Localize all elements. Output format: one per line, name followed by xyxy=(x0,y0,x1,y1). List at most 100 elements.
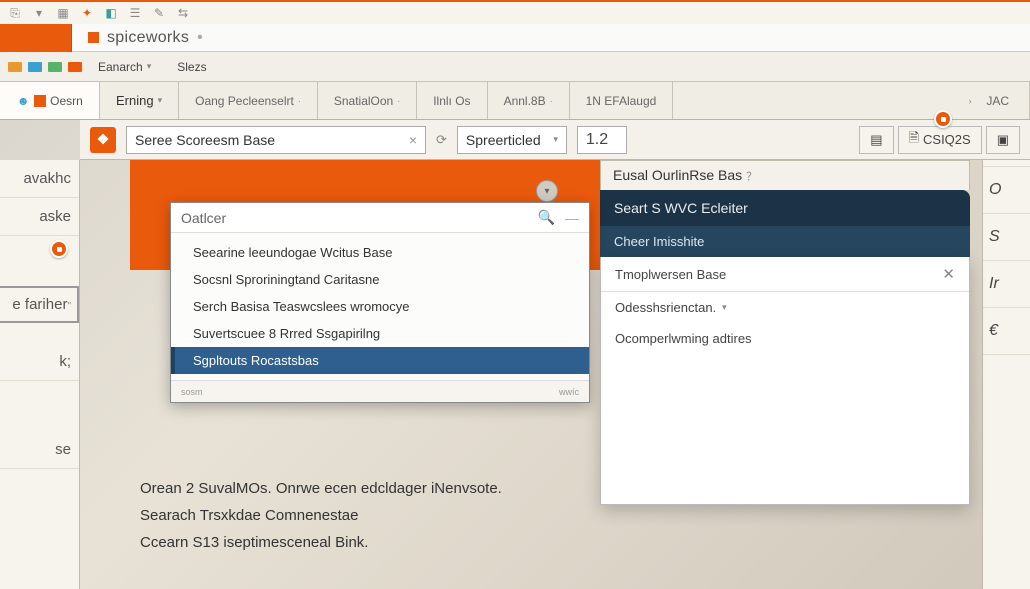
layers-icon: ▤ xyxy=(870,132,882,148)
caret-icon[interactable]: ▾ xyxy=(32,6,46,20)
dropdown-item-2[interactable]: Serch Basisa Teaswcslees wromocye xyxy=(171,293,589,320)
tab-jac-label: JAC xyxy=(986,94,1009,108)
info-panel-body: Tmoplwersen Base ✕ Odesshsrienctan. ▾ Oc… xyxy=(600,257,970,505)
tab-efal[interactable]: 1N EFAlaugd xyxy=(570,82,674,119)
body-p2: Searach Trsxkdae Comnenestae xyxy=(140,507,970,524)
tab-snatial[interactable]: SnatialOon · xyxy=(318,82,417,119)
chip2-icon[interactable] xyxy=(28,62,42,72)
info-panel-row-3[interactable]: Ocomperlwming adtires xyxy=(601,323,969,354)
dropdown-item-4[interactable]: Sgpltouts Rocastsbas xyxy=(171,347,589,374)
tab-inli-label: Ilnlı Os xyxy=(433,94,470,108)
body-p3: Ccearn S13 iseptimesceneal Bink. xyxy=(140,534,970,551)
sidebar-item-avakhc[interactable]: avakhc xyxy=(0,160,79,198)
banner-collapse-button[interactable]: ▾ xyxy=(536,180,558,202)
help-icon[interactable]: ？ xyxy=(746,171,757,183)
chip4-icon[interactable] xyxy=(68,62,82,72)
sidebar-label-3: e fariher xyxy=(12,296,67,313)
info-row2-label: Odesshsrienctan. xyxy=(615,300,716,315)
dot-sep-icon: · xyxy=(550,96,553,106)
action2-icon[interactable]: ◧ xyxy=(104,6,118,20)
orange-swatch-icon xyxy=(34,95,46,107)
dropdown-footer: sosm wwíc xyxy=(171,380,589,402)
dropdown-item-0[interactable]: Seearine leeundogae Wcitus Base xyxy=(171,239,589,266)
refresh-icon[interactable]: ⟳ xyxy=(436,132,447,148)
sidebar-dot-badge[interactable] xyxy=(50,240,68,258)
window-icon: ▣ xyxy=(997,132,1009,148)
info-panel-row-1[interactable]: Tmoplwersen Base ✕ xyxy=(601,257,969,292)
dropdown-item-1[interactable]: Socsnl Sproriningtand Caritasne xyxy=(171,266,589,293)
doc-icon: 🗎 xyxy=(909,129,919,151)
minimize-icon[interactable]: — xyxy=(565,210,579,226)
info-panel-sub-label: Cheer Imisshite xyxy=(614,234,704,249)
left-sidebar: avakhc aske e fariher" k; se xyxy=(0,160,80,589)
tool-btn-3[interactable]: ▣ xyxy=(986,126,1020,154)
tab-jac[interactable]: › JAC xyxy=(673,82,1030,119)
tab-erning-label: Erning xyxy=(116,93,154,108)
sidebar-item-aske[interactable]: aske xyxy=(0,198,79,236)
dropdown-list: Seearine leeundogae Wcitus Base Socsnl S… xyxy=(171,233,589,380)
sidebar-item-fariher[interactable]: e fariher" xyxy=(0,286,79,323)
info-panel-prehead: Eusal OurlinRse Bas ？ xyxy=(600,160,970,190)
address-bar: ❖ Seree Scoreesm Base × ⟳ Spreerticled ▾… xyxy=(80,120,1030,160)
menu-eanarch-label: Eanarch xyxy=(98,60,143,74)
main-search-value: Seree Scoreesm Base xyxy=(135,132,275,148)
chevron-down-icon: ▾ xyxy=(147,61,152,72)
sidebar-label-2: aske xyxy=(39,208,71,225)
action4-icon[interactable]: ✎ xyxy=(152,6,166,20)
action3-icon[interactable]: ☰ xyxy=(128,6,142,20)
logo-area: spiceworks • xyxy=(72,24,1030,52)
count-field[interactable]: 1.2 xyxy=(577,126,627,154)
info-row3-label: Ocomperlwming adtires xyxy=(615,331,752,346)
search-icon[interactable]: 🔍 xyxy=(538,209,555,226)
sidebar-item-k[interactable]: k; xyxy=(0,343,79,381)
notification-dot[interactable] xyxy=(934,110,952,128)
filter-value: Spreerticled xyxy=(466,132,541,148)
close-icon[interactable]: ✕ xyxy=(942,265,955,283)
tool-btn-csiq[interactable]: 🗎 CSIQ2S xyxy=(898,126,982,154)
logo-orange-tab[interactable] xyxy=(0,24,72,52)
info-panel-subheader[interactable]: Cheer Imisshite xyxy=(600,226,970,257)
doc-icon[interactable]: ⎘ xyxy=(8,6,22,20)
action1-icon[interactable]: ✦ xyxy=(80,6,94,20)
tab-inli[interactable]: Ilnlı Os xyxy=(417,82,487,119)
tab-oang[interactable]: Oang Pecleenselrt · xyxy=(179,82,318,119)
sidebar-label-4: k; xyxy=(59,353,71,370)
chevron-down-icon: ▾ xyxy=(553,134,558,145)
filter-input[interactable]: Spreerticled ▾ xyxy=(457,126,567,154)
menu-slezs[interactable]: Slezs xyxy=(167,56,216,78)
person-icon: ☻ xyxy=(16,94,30,108)
info-panel-spacer xyxy=(601,354,969,504)
tab-snatial-label: SnatialOon xyxy=(334,94,393,108)
dropdown-item-3[interactable]: Suvertscuee 8 Rrred Ssgapirilng xyxy=(171,320,589,347)
chip-oesrn[interactable]: ☻ Oesrn xyxy=(0,82,100,119)
tab-efal-label: 1N EFAlaugd xyxy=(586,94,657,108)
search-dropdown: Oatlcer 🔍 — Seearine leeundogae Wcitus B… xyxy=(170,202,590,403)
chip3-icon[interactable] xyxy=(48,62,62,72)
toolbar-row2: Eanarch ▾ Slezs xyxy=(0,52,1030,82)
dropdown-header[interactable]: Oatlcer 🔍 — xyxy=(171,203,589,233)
clear-icon[interactable]: × xyxy=(409,132,417,148)
tab-oang-label: Oang Pecleenselrt xyxy=(195,94,294,108)
chevron-right-icon: › xyxy=(969,96,972,106)
main-search-input[interactable]: Seree Scoreesm Base × xyxy=(126,126,426,154)
info-row1-label: Tmoplwersen Base xyxy=(615,267,726,282)
app-icon[interactable]: ❖ xyxy=(90,127,116,153)
dropdown-footer-left: sosm xyxy=(181,387,203,397)
info-panel-header[interactable]: Seart S WVC Ecleiter xyxy=(600,190,970,226)
tab-erning[interactable]: Erning ▾ xyxy=(100,82,179,119)
tab-annl[interactable]: Annl.8B · xyxy=(488,82,570,119)
chip1-icon[interactable] xyxy=(8,62,22,72)
tool-btn-1[interactable]: ▤ xyxy=(859,126,893,154)
info-panel-row-2[interactable]: Odesshsrienctan. ▾ xyxy=(601,292,969,323)
logo-square-icon xyxy=(88,32,99,43)
sidebar-label-1: avakhc xyxy=(23,170,71,187)
sidebar-item-se[interactable]: se xyxy=(0,431,79,469)
chevron-down-icon: ▾ xyxy=(158,95,163,106)
info-panel: Eusal OurlinRse Bas ？ Seart S WVC Ecleit… xyxy=(600,160,970,505)
menu-eanarch[interactable]: Eanarch ▾ xyxy=(88,56,161,78)
toolbar-row3: ☻ Oesrn Erning ▾ Oang Pecleenselrt · Sna… xyxy=(0,82,1030,120)
dropdown-footer-right: wwíc xyxy=(559,387,579,397)
count-value: 1.2 xyxy=(586,131,608,149)
action5-icon[interactable]: ⇆ xyxy=(176,6,190,20)
grid-icon[interactable]: ▦ xyxy=(56,6,70,20)
